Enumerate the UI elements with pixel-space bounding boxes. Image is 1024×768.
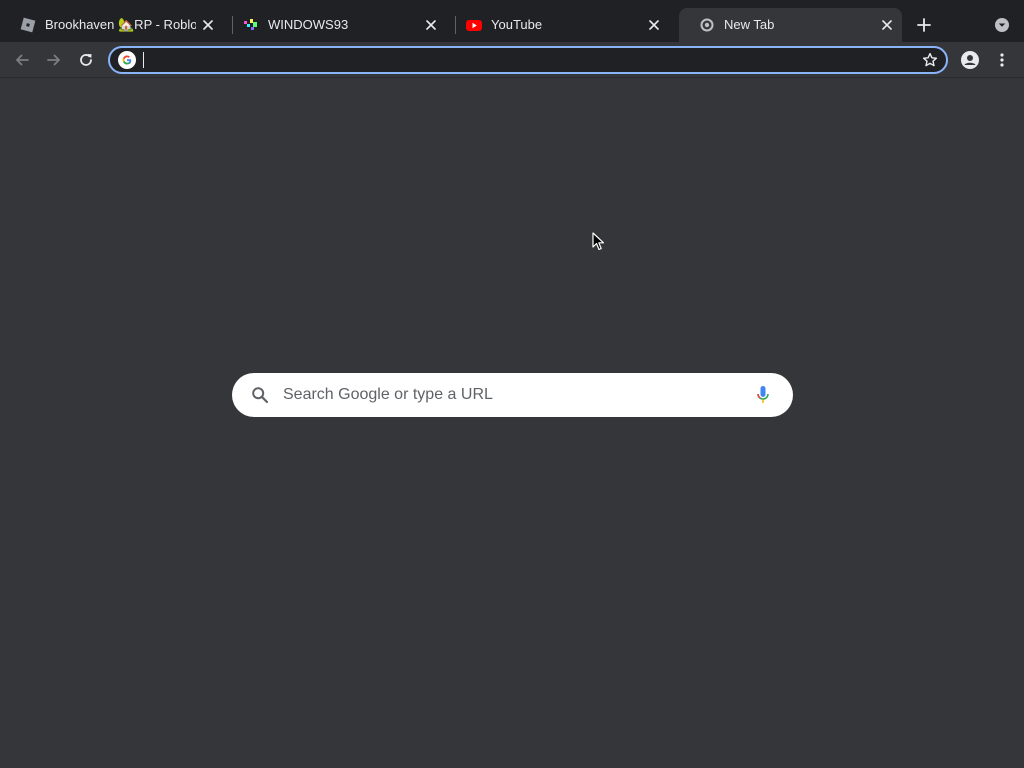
bookmark-star-icon[interactable] [920, 50, 940, 70]
profile-button[interactable] [957, 47, 983, 73]
kebab-menu-icon [1000, 53, 1004, 67]
tab-title: WINDOWS93 [268, 17, 349, 32]
forward-button[interactable] [41, 47, 67, 73]
search-icon [250, 385, 270, 405]
microphone-icon[interactable] [751, 383, 775, 407]
youtube-icon [466, 17, 482, 33]
back-arrow-icon [16, 54, 29, 66]
mouse-cursor-icon [592, 232, 605, 251]
reload-button[interactable] [73, 47, 99, 73]
tab-windows93[interactable]: WINDOWS93 [223, 8, 446, 42]
close-icon[interactable] [200, 17, 216, 33]
tab-search-button[interactable] [990, 13, 1014, 37]
address-bar[interactable] [108, 46, 948, 74]
tab-strip: Brookhaven 🏡RP - Roblox WINDOWS93 YouTub… [0, 0, 1024, 42]
plus-icon [917, 18, 931, 32]
close-icon[interactable] [646, 17, 662, 33]
tab-title: Brookhaven 🏡RP - Roblox [45, 17, 196, 32]
forward-arrow-icon [47, 54, 60, 66]
avatar-icon [961, 51, 979, 69]
chrome-icon [699, 17, 715, 33]
tab-roblox[interactable]: Brookhaven 🏡RP - Roblox [0, 8, 223, 42]
browser-window: Brookhaven 🏡RP - Roblox WINDOWS93 YouTub… [0, 0, 1024, 768]
tab-youtube[interactable]: YouTube [446, 8, 669, 42]
tab-new-tab[interactable]: New Tab [679, 8, 902, 42]
back-button[interactable] [9, 47, 35, 73]
tab-title: New Tab [724, 17, 775, 32]
address-input[interactable] [144, 50, 920, 70]
toolbar [0, 42, 1024, 78]
tab-title: YouTube [491, 17, 543, 32]
menu-button[interactable] [989, 47, 1015, 73]
close-icon[interactable] [423, 17, 439, 33]
new-tab-page [0, 79, 1024, 768]
reload-icon [80, 54, 92, 66]
chevron-down-icon [995, 18, 1009, 32]
new-tab-button[interactable] [912, 13, 936, 37]
roblox-icon [20, 17, 36, 33]
search-input[interactable] [283, 380, 751, 410]
ntp-search-box[interactable] [232, 373, 793, 417]
windows93-icon [243, 17, 259, 33]
close-icon[interactable] [879, 17, 895, 33]
google-g-icon [118, 51, 136, 69]
